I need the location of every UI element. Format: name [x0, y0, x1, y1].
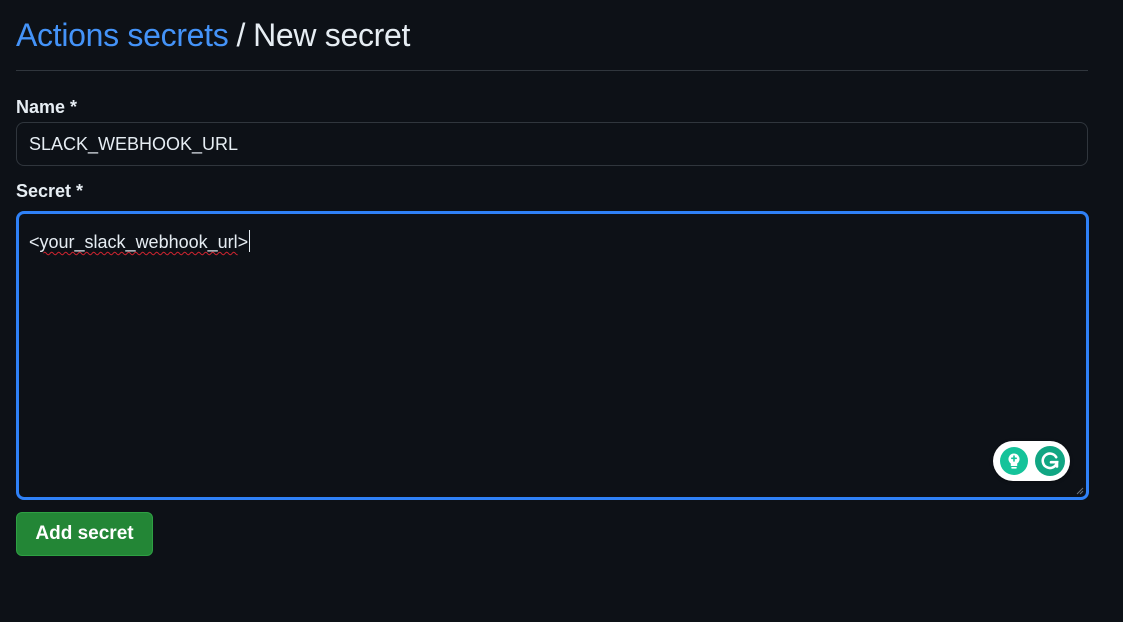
- breadcrumb: Actions secrets / New secret: [16, 12, 410, 58]
- text-caret: [249, 230, 251, 252]
- new-secret-page: Actions secrets / New secret Name * SLAC…: [0, 0, 1123, 622]
- secret-value-prefix: <: [29, 232, 40, 252]
- grammarly-widget[interactable]: [993, 441, 1070, 481]
- name-input-value: SLACK_WEBHOOK_URL: [29, 133, 239, 154]
- breadcrumb-actions-secrets-link[interactable]: Actions secrets: [16, 17, 229, 54]
- secret-value-suffix: >: [237, 232, 249, 252]
- add-secret-button[interactable]: Add secret: [16, 512, 153, 556]
- header-divider: [16, 70, 1088, 71]
- name-input[interactable]: SLACK_WEBHOOK_URL: [16, 122, 1088, 166]
- page-title: New secret: [253, 16, 411, 53]
- secret-label: Secret *: [16, 181, 84, 201]
- secret-textarea-value: <your_slack_webhook_url>: [29, 232, 248, 253]
- lightbulb-icon[interactable]: [999, 446, 1029, 476]
- grammarly-icon[interactable]: [1034, 445, 1066, 477]
- breadcrumb-separator: /: [236, 16, 246, 53]
- resize-grip-icon[interactable]: [1076, 487, 1084, 495]
- secret-textarea[interactable]: <your_slack_webhook_url>: [16, 211, 1089, 500]
- secret-value-misspelled: your_slack_webhook_url: [39, 232, 238, 252]
- name-label: Name *: [16, 97, 78, 117]
